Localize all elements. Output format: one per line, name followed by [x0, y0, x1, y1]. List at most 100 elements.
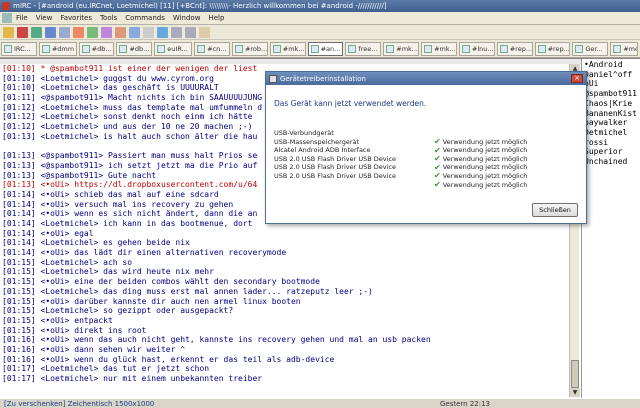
chat-line: [01:14] <•oUi> egal	[2, 228, 94, 238]
device-name: USB 2.0 USB Flash Driver USB Device	[274, 154, 397, 163]
channel-icon	[537, 44, 546, 53]
nick-list-item[interactable]: •Android	[584, 60, 640, 70]
switchbar: IRC... #dmm #db... #db... euIR... #cn...…	[0, 40, 640, 58]
nick-list-item[interactable]: Superior	[584, 147, 640, 157]
channel-icon	[613, 44, 622, 53]
device-status-text: Verwendung jetzt möglich	[442, 180, 528, 189]
url-list-icon[interactable]	[157, 26, 168, 38]
switch-tab-channel[interactable]: #cn...	[194, 41, 230, 56]
help-icon[interactable]	[199, 26, 210, 38]
menu-window[interactable]: Window	[173, 14, 201, 22]
favorites-icon[interactable]	[45, 26, 56, 38]
scroll-down-icon[interactable]: ▼	[570, 388, 580, 397]
close-button[interactable]: Schließen	[532, 203, 578, 217]
server-icon	[157, 44, 166, 53]
options-icon[interactable]	[31, 26, 42, 38]
nick-list-item[interactable]: baywalker	[584, 118, 640, 128]
menu-commands[interactable]: Commands	[125, 14, 165, 22]
channel-icon	[499, 44, 508, 53]
disconnect-icon[interactable]	[17, 26, 28, 38]
switch-tab-channel[interactable]: free...	[345, 41, 382, 56]
address-book-icon[interactable]	[87, 26, 98, 38]
device-row: USB 2.0 USB Flash Driver USB Device ✔ Verw…	[274, 172, 574, 189]
channel-icon	[81, 44, 90, 53]
device-name: Alcatel Android ADB Interface	[274, 146, 371, 155]
dialog-title: Gerätetreiberinstallation	[280, 74, 366, 83]
checkmark-icon: ✔	[434, 180, 441, 189]
taskbar-item-browser-tab[interactable]: [Zu verschenken] Zeichentisch 1500x1000	[4, 400, 154, 408]
dcc-chat-icon[interactable]	[115, 26, 126, 38]
nick-list-item[interactable]: Detmichel	[584, 128, 640, 138]
switch-tab-channel[interactable]: #rep...	[534, 41, 571, 56]
switch-tab-channel[interactable]: #mk...	[269, 41, 306, 56]
switch-tab-channel[interactable]: #db...	[116, 41, 153, 56]
nick-list[interactable]: •Android Daniel^off oUi @spambot911 Chaos|Kr…	[581, 59, 640, 399]
switch-tab-channel[interactable]: #dmm	[38, 41, 77, 56]
chat-line: [01:16] <•oUi> wenn das auch nicht geht,…	[2, 335, 431, 345]
toolbar	[0, 25, 640, 40]
menu-file[interactable]: File	[16, 14, 28, 22]
switch-tab-channel[interactable]: #rob...	[231, 41, 268, 56]
notify-list-icon[interactable]	[143, 26, 154, 38]
chat-line: [01:17] <Loetmichel> das tut er jetzt sc…	[2, 364, 210, 374]
switch-tab-channel[interactable]: #mk...	[383, 41, 420, 56]
channel-list-icon[interactable]	[59, 26, 70, 38]
nick-list-item[interactable]: oUi	[584, 79, 640, 89]
chat-line: [01:17] <Loetmichel> nur mit einem unbek…	[2, 374, 263, 383]
switch-tab-channel[interactable]: #mo...	[610, 41, 639, 56]
switch-tab-channel[interactable]: #db...	[78, 41, 115, 56]
chat-line: [01:15] <•oUi> darüber kannste dir auch …	[2, 296, 301, 306]
dcc-send-icon[interactable]	[101, 26, 112, 38]
switch-tab-channel[interactable]: #rep...	[496, 41, 533, 56]
nick-list-item[interactable]: BananenKist	[584, 109, 640, 119]
switch-tab-server[interactable]: euIR...	[154, 41, 193, 56]
taskbar: [Zu verschenken] Zeichentisch 1500x1000 …	[0, 398, 640, 408]
menu-tools[interactable]: Tools	[100, 14, 117, 22]
channel-icon	[386, 44, 395, 53]
window-title: mIRC - [#android (eu.IRCnet, Loetmichel)…	[13, 2, 387, 10]
device-name: USB-Verbundgerät	[274, 129, 334, 137]
device-name: USB 2.0 USB Flash Driver USB Device	[274, 172, 397, 180]
nick-list-item[interactable]: @spambot911	[584, 89, 640, 99]
nick-list-item[interactable]: Daniel^off	[584, 70, 640, 80]
scripts-editor-icon[interactable]	[73, 26, 84, 38]
dialog-close-icon[interactable]: ×	[571, 74, 583, 83]
channel-icon	[119, 44, 128, 53]
dialog-titlebar[interactable]: Gerätetreiberinstallation ×	[266, 72, 586, 85]
menu-help[interactable]: Help	[208, 14, 224, 22]
cascade-windows-icon[interactable]	[185, 26, 196, 38]
switch-tab-channel[interactable]: #lnu...	[458, 41, 495, 56]
switch-tab-channel-active[interactable]: #an...	[307, 41, 344, 56]
channel-icon	[197, 44, 206, 53]
chat-line: [01:16] <•oUi> dann sehen wir weiter ^	[2, 344, 186, 354]
switch-tab-channel[interactable]: #mk...	[421, 41, 457, 56]
channel-icon	[41, 44, 50, 53]
chat-line: [01:14] <•oUi> das lädt dir einen altern…	[2, 248, 287, 258]
log-files-icon[interactable]	[129, 26, 140, 38]
device-name: USB 2.0 USB Flash Driver USB Device	[274, 163, 397, 172]
tile-windows-icon[interactable]	[171, 26, 182, 38]
chat-line: [01:15] <Loetmichel> das ding muss erst …	[2, 286, 373, 296]
channel-icon	[310, 44, 319, 53]
chat-line: [01:15] <•oUi> entpackt	[2, 315, 113, 325]
menu-favorites[interactable]: Favorites	[60, 14, 92, 22]
device-name: USB-Massenspeichergerät	[274, 137, 360, 146]
switch-tab-channel[interactable]: Ger...	[572, 41, 609, 56]
nick-list-item[interactable]: Unchained	[584, 157, 640, 167]
device-status: ✔ Verwendung jetzt möglich	[434, 180, 527, 189]
channel-icon	[424, 44, 433, 53]
nick-list-item[interactable]: Chaos|Krie	[584, 99, 640, 109]
chat-line: [01:15] <•oUi> eine der beiden combos wä…	[2, 277, 320, 287]
window-titlebar[interactable]: mIRC - [#android (eu.IRCnet, Loetmichel)…	[0, 0, 640, 12]
channel-icon	[575, 44, 584, 53]
menu-view[interactable]: View	[36, 14, 53, 22]
nick-list-item[interactable]: rossi	[584, 138, 640, 148]
channel-icon	[234, 44, 243, 53]
taskbar-timestamp: Gestern 22:13	[439, 399, 490, 408]
chat-line: [01:15] <•oUi> direkt ins root	[2, 325, 147, 335]
scrollbar-thumb[interactable]	[571, 360, 579, 388]
channel-window-icon[interactable]	[2, 13, 12, 23]
driver-install-dialog: Gerätetreiberinstallation × Das Gerät ka…	[265, 71, 587, 224]
switch-tab-status[interactable]: IRC...	[1, 41, 37, 56]
connect-icon[interactable]	[3, 26, 14, 38]
